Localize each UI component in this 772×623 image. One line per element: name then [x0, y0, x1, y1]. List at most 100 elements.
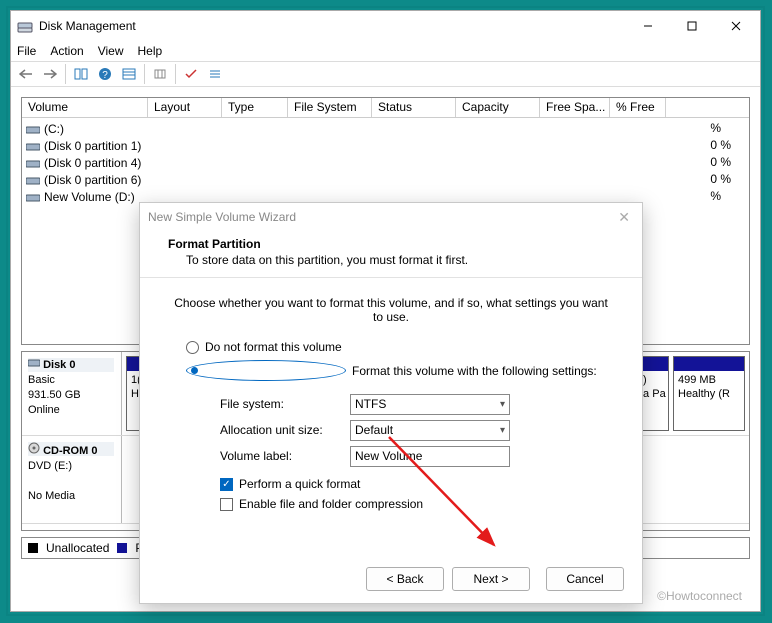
input-volume-label[interactable]: New Volume — [350, 446, 510, 467]
wizard-footer: < Back Next > Cancel — [140, 555, 642, 603]
partition-recovery[interactable]: 499 MB Healthy (R — [673, 356, 745, 431]
back-button[interactable]: < Back — [366, 567, 444, 591]
checkbox-icon — [220, 498, 233, 511]
col-filler — [666, 98, 749, 117]
col-pctfree[interactable]: % Free — [610, 98, 666, 117]
new-simple-volume-wizard: New Simple Volume Wizard ✕ Format Partit… — [139, 202, 643, 604]
label-volume-label: Volume label: — [220, 449, 350, 463]
disk-management-window: Disk Management File Action View Help ? … — [10, 10, 761, 612]
minimize-button[interactable] — [626, 12, 670, 40]
cdrom-state: No Media — [28, 490, 75, 502]
checkbox-icon: ✓ — [220, 478, 233, 491]
disk0-size: 931.50 GB — [28, 389, 81, 401]
wizard-title: New Simple Volume Wizard — [148, 210, 296, 224]
chevron-down-icon: ▾ — [500, 425, 505, 436]
titlebar: Disk Management — [11, 11, 760, 41]
checkbox-label: Perform a quick format — [239, 477, 360, 491]
checkbox-compression[interactable]: Enable file and folder compression — [220, 497, 612, 511]
volume-list-body: (C:) (Disk 0 partition 1) (Disk 0 partit… — [22, 118, 749, 205]
cdrom-label[interactable]: CD-ROM 0 DVD (E:) No Media — [22, 436, 122, 523]
client-area: Volume Layout Type File System Status Ca… — [11, 87, 760, 611]
swatch-primary — [117, 543, 127, 553]
wizard-titlebar: New Simple Volume Wizard ✕ — [140, 203, 642, 231]
list-icon[interactable] — [204, 63, 226, 85]
disk0-state: Online — [28, 404, 60, 416]
volume-name: (Disk 0 partition 4) — [44, 156, 141, 170]
wizard-prompt: Choose whether you want to format this v… — [170, 296, 612, 324]
pctfree-value: % — [710, 188, 731, 205]
cancel-button[interactable]: Cancel — [546, 567, 624, 591]
list-item[interactable]: (Disk 0 partition 1) — [22, 137, 749, 154]
menu-help[interactable]: Help — [138, 44, 163, 58]
checkbox-label: Enable file and folder compression — [239, 497, 423, 511]
chevron-down-icon: ▾ — [500, 399, 505, 410]
radio-label: Do not format this volume — [205, 340, 342, 354]
cdrom-sub: DVD (E:) — [28, 460, 72, 472]
list-item[interactable]: (Disk 0 partition 6) — [22, 171, 749, 188]
teal-frame: Disk Management File Action View Help ? … — [6, 6, 765, 616]
col-freespace[interactable]: Free Spa... — [540, 98, 610, 117]
dual-pane-icon[interactable] — [70, 63, 92, 85]
pctfree-value: 0 % — [710, 137, 731, 154]
menu-bar: File Action View Help — [11, 41, 760, 61]
maximize-button[interactable] — [670, 12, 714, 40]
window-title: Disk Management — [39, 19, 136, 33]
radio-do-not-format[interactable]: Do not format this volume — [186, 340, 612, 354]
volume-name: (C:) — [44, 122, 64, 136]
volume-name: (Disk 0 partition 6) — [44, 173, 141, 187]
legend-unallocated: Unallocated — [46, 541, 109, 555]
pctfree-value: 0 % — [710, 171, 731, 188]
menu-file[interactable]: File — [17, 44, 36, 58]
toolbar-divider — [65, 64, 66, 84]
volume-name: (Disk 0 partition 1) — [44, 139, 141, 153]
wizard-subheading: To store data on this partition, you mus… — [168, 251, 622, 267]
col-filesystem[interactable]: File System — [288, 98, 372, 117]
cdrom-icon — [28, 442, 40, 454]
checkbox-quick-format[interactable]: ✓ Perform a quick format — [220, 477, 612, 491]
cdrom-title: CD-ROM 0 — [43, 445, 97, 457]
details-icon[interactable] — [118, 63, 140, 85]
menu-action[interactable]: Action — [50, 44, 83, 58]
back-icon[interactable] — [15, 63, 37, 85]
wizard-heading: Format Partition — [168, 237, 622, 251]
col-volume[interactable]: Volume — [22, 98, 148, 117]
close-button[interactable] — [714, 12, 758, 40]
select-allocation-unit[interactable]: Default ▾ — [350, 420, 510, 441]
radio-label: Format this volume with the following se… — [352, 364, 597, 378]
wizard-body: Choose whether you want to format this v… — [140, 278, 642, 555]
disk0-type: Basic — [28, 374, 55, 386]
select-file-system[interactable]: NTFS ▾ — [350, 394, 510, 415]
toolbar: ? — [11, 61, 760, 87]
swatch-unallocated — [28, 543, 38, 553]
svg-text:?: ? — [102, 70, 108, 81]
label-file-system: File system: — [220, 397, 350, 411]
disk0-title: Disk 0 — [43, 359, 75, 371]
menu-view[interactable]: View — [98, 44, 124, 58]
check-icon[interactable] — [180, 63, 202, 85]
col-capacity[interactable]: Capacity — [456, 98, 540, 117]
radio-icon — [186, 360, 346, 381]
next-button[interactable]: Next > — [452, 567, 530, 591]
disk-icon — [28, 358, 40, 368]
list-item[interactable]: (C:) — [22, 120, 749, 137]
app-icon — [17, 18, 33, 34]
col-type[interactable]: Type — [222, 98, 288, 117]
watermark: ©Howtoconnect — [657, 589, 742, 603]
select-value: NTFS — [355, 397, 386, 411]
radio-icon — [186, 341, 199, 354]
toolbar-divider — [175, 64, 176, 84]
format-settings: File system: NTFS ▾ Allocation unit size… — [220, 391, 612, 511]
pctfree-value: % — [710, 120, 731, 137]
col-status[interactable]: Status — [372, 98, 456, 117]
radio-format-with-settings[interactable]: Format this volume with the following se… — [186, 360, 612, 381]
column-headers: Volume Layout Type File System Status Ca… — [22, 98, 749, 118]
disk0-label[interactable]: Disk 0 Basic 931.50 GB Online — [22, 352, 122, 435]
wizard-close-icon[interactable]: ✕ — [614, 209, 634, 226]
wizard-header: Format Partition To store data on this p… — [140, 231, 642, 278]
forward-icon[interactable] — [39, 63, 61, 85]
list-item[interactable]: (Disk 0 partition 4) — [22, 154, 749, 171]
col-layout[interactable]: Layout — [148, 98, 222, 117]
refresh-icon[interactable] — [149, 63, 171, 85]
toolbar-divider — [144, 64, 145, 84]
help-icon[interactable]: ? — [94, 63, 116, 85]
